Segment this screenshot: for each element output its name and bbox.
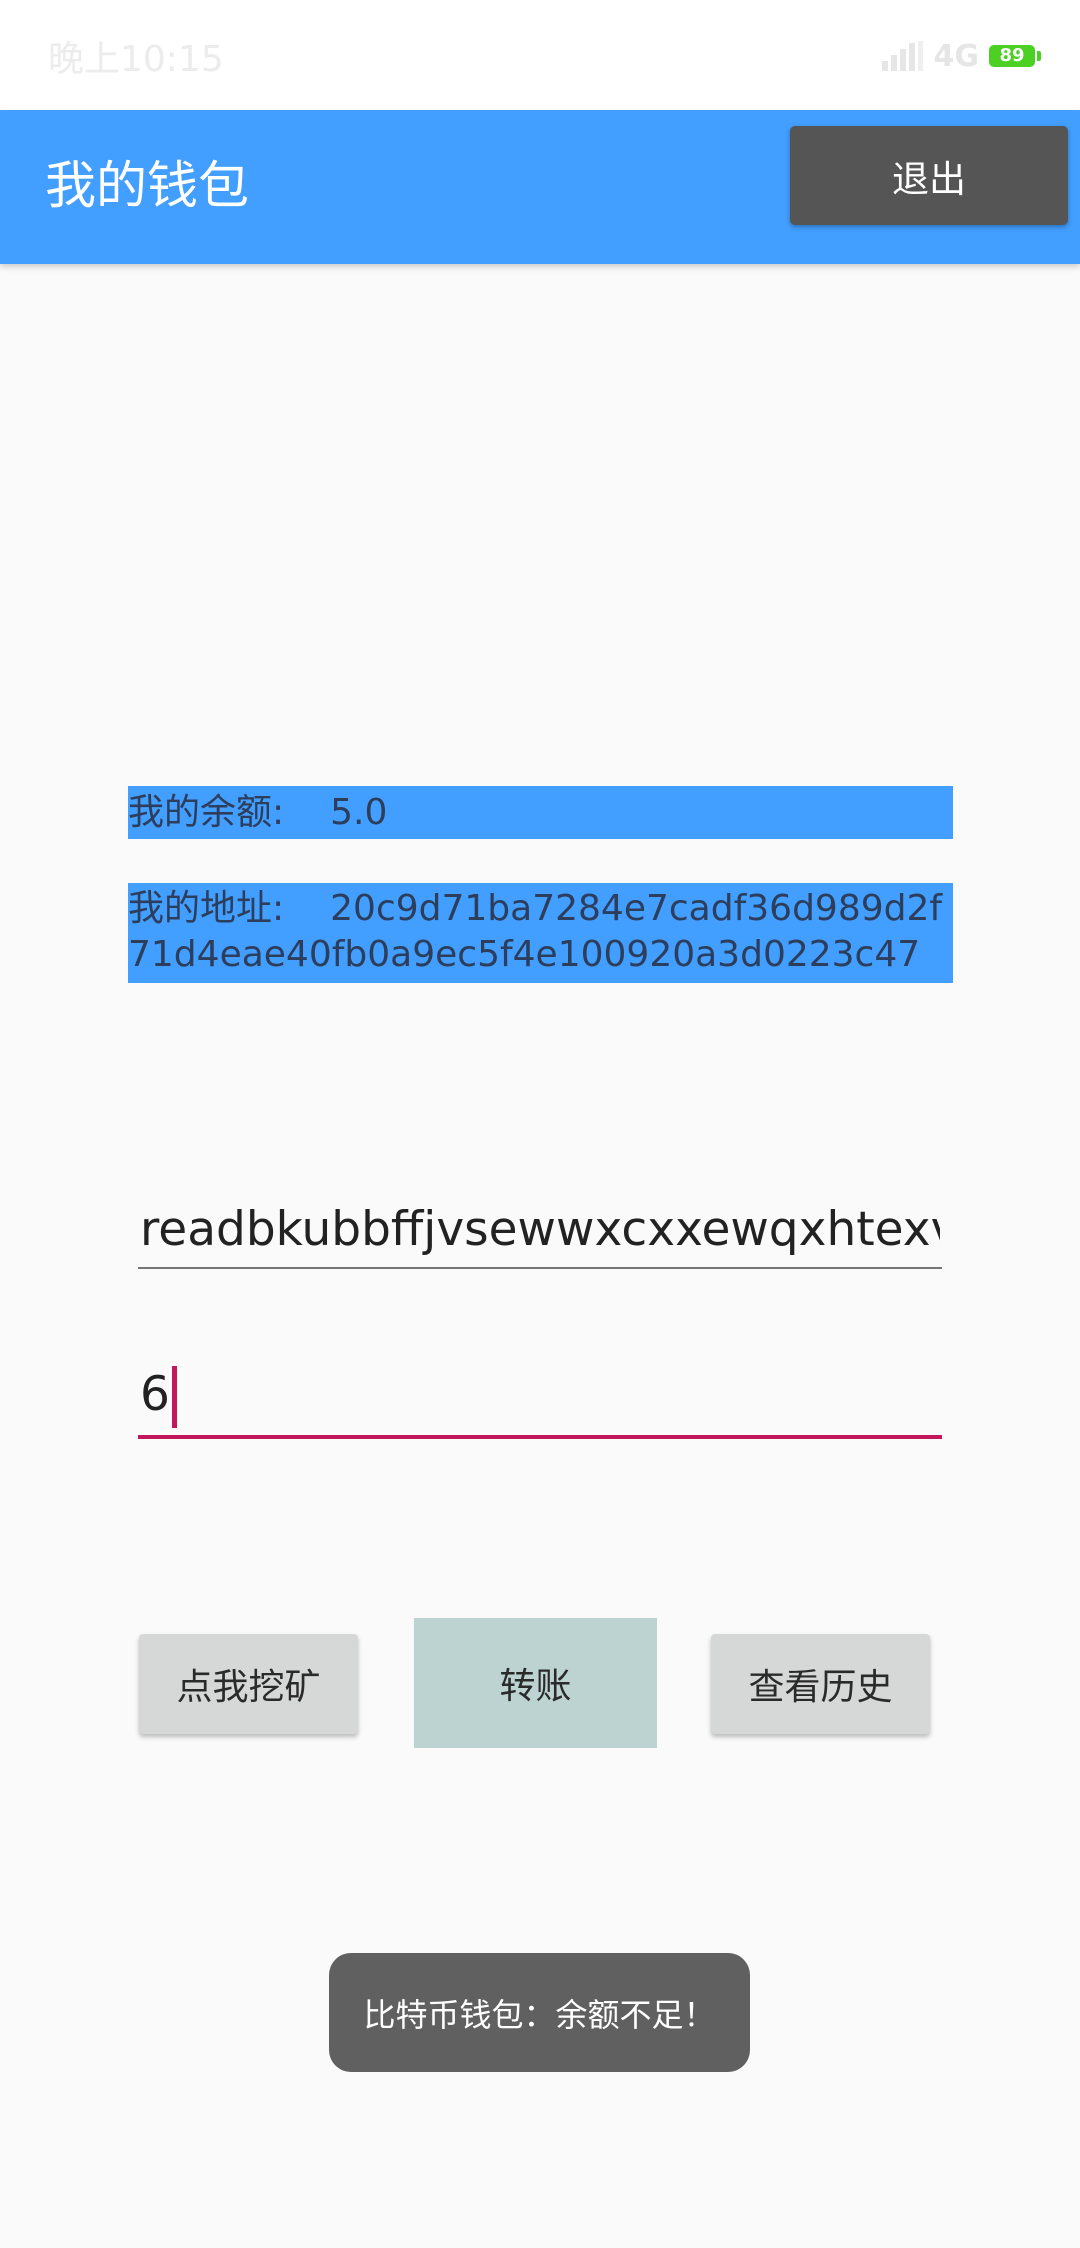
logout-button[interactable]: 退出	[790, 126, 1068, 225]
address-label-text: 我的地址:	[128, 888, 285, 929]
app-bar: 我的钱包 退出	[0, 110, 1080, 264]
page-title: 我的钱包	[45, 157, 250, 216]
recipient-address-input[interactable]: readbkubbffjvsewwxcxxewqxhtexvu	[138, 1195, 942, 1269]
status-bar: 晚上10:15 4G 89	[0, 0, 1080, 110]
address-label: 我的地址: 20c9d71ba7284e7cadf36d989d2f71d4eae…	[128, 883, 953, 983]
battery-level: 89	[999, 45, 1025, 66]
mine-button[interactable]: 点我挖矿	[139, 1634, 358, 1734]
history-button[interactable]: 查看历史	[711, 1634, 930, 1734]
balance-label: 我的余额: 5.0	[128, 786, 953, 839]
balance-label-text: 我的余额:	[128, 792, 285, 833]
status-icons: 4G 89	[881, 34, 1041, 78]
amount-value-wrap: 6	[140, 1366, 940, 1428]
amount-input[interactable]: 6	[138, 1360, 942, 1439]
recipient-address-value: readbkubbffjvsewwxcxxewqxhtexvu	[140, 1202, 940, 1257]
balance-value: 5.0	[330, 792, 388, 833]
wallet-screen: 晚上10:15 4G 89 我的钱包 退出 我的余额: 5.0 我的地址: 20c9…	[0, 0, 1080, 2248]
status-time: 晚上10:15	[48, 39, 224, 80]
toast-message: 比特币钱包：余额不足！	[329, 1953, 750, 2072]
battery-icon: 89	[989, 45, 1041, 67]
transfer-button[interactable]: 转账	[414, 1618, 657, 1748]
text-cursor	[171, 1366, 177, 1428]
signal-icon	[881, 41, 923, 71]
amount-value: 6	[140, 1367, 170, 1422]
network-type: 4G	[933, 38, 980, 74]
